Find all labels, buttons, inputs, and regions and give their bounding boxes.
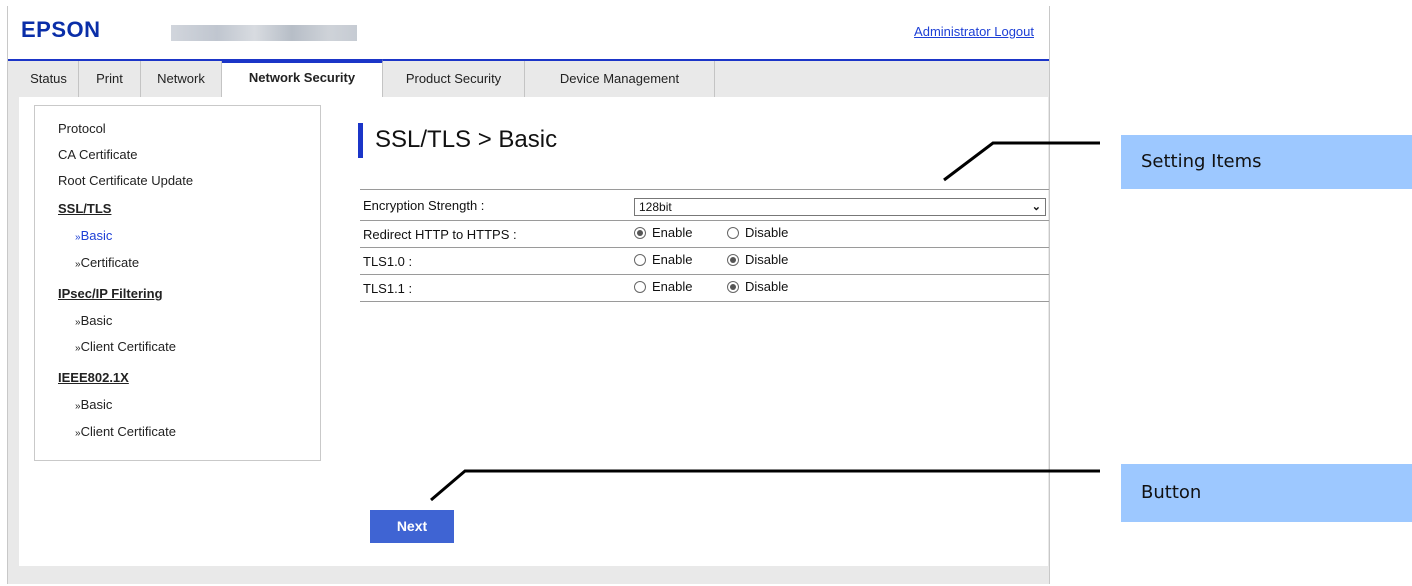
tab-bar: Status Print Network Network Security Pr… — [19, 59, 715, 97]
tab-network[interactable]: Network — [141, 61, 222, 97]
menu-item-ssl-basic[interactable]: »Basic — [75, 228, 112, 243]
tls11-label: TLS1.1 : — [363, 281, 413, 296]
menu-item-label: Basic — [80, 313, 113, 328]
menu-item-ipsec-basic[interactable]: »Basic — [75, 313, 112, 328]
page-title: SSL/TLS > Basic — [375, 126, 558, 153]
tab-status[interactable]: Status — [19, 61, 79, 97]
redirect-https-disable-radio[interactable]: Disable — [727, 225, 788, 240]
menu-item-label: Client Certificate — [80, 339, 176, 354]
radio-label: Enable — [652, 279, 693, 294]
menu-item-label: Basic — [80, 228, 113, 243]
side-menu: Protocol CA Certificate Root Certificate… — [34, 105, 321, 461]
tls11-disable-radio[interactable]: Disable — [727, 279, 788, 294]
administrator-logout-link[interactable]: Administrator Logout — [914, 24, 1034, 39]
title-accent-bar — [358, 123, 363, 158]
menu-item-ieee-basic[interactable]: »Basic — [75, 397, 112, 412]
radio-selected-icon — [727, 280, 739, 293]
epson-logo: EPSON — [21, 17, 101, 42]
encryption-strength-select[interactable]: 128bit ⌄ — [634, 198, 1046, 216]
redirect-https-enable-radio[interactable]: Enable — [634, 225, 692, 240]
radio-label: Enable — [652, 252, 693, 267]
radio-label: Disable — [745, 279, 789, 294]
radio-unselected-icon — [727, 226, 739, 239]
menu-item-root-certificate-update[interactable]: Root Certificate Update — [58, 173, 193, 188]
radio-label: Disable — [745, 252, 789, 267]
page: EPSON Administrator Logout Status Print … — [0, 0, 1412, 586]
footer-strip — [8, 566, 1049, 584]
next-button[interactable]: Next — [370, 510, 454, 543]
menu-item-label: Certificate — [80, 255, 140, 270]
radio-selected-icon — [634, 226, 646, 239]
radio-unselected-icon — [634, 253, 646, 266]
model-name-redacted — [171, 25, 357, 41]
tls11-row: TLS1.1 : Enable Disable — [360, 274, 1049, 302]
radio-label: Enable — [652, 225, 693, 240]
content-panel: Protocol CA Certificate Root Certificate… — [19, 97, 1049, 566]
tab-print[interactable]: Print — [79, 61, 141, 97]
tls10-disable-radio[interactable]: Disable — [727, 252, 788, 267]
redirect-https-row: Redirect HTTP to HTTPS : Enable Disable — [360, 220, 1049, 246]
menu-group-ssl-tls[interactable]: SSL/TLS — [58, 201, 111, 216]
button-callout: Button — [1121, 464, 1412, 522]
tls10-row: TLS1.0 : Enable Disable — [360, 247, 1049, 273]
tls11-enable-radio[interactable]: Enable — [634, 279, 692, 294]
menu-group-ipsec-ip-filtering[interactable]: IPsec/IP Filtering — [58, 286, 163, 301]
tls10-enable-radio[interactable]: Enable — [634, 252, 692, 267]
tab-network-security[interactable]: Network Security — [222, 59, 383, 97]
tls10-label: TLS1.0 : — [363, 254, 413, 269]
encryption-strength-row: Encryption Strength : 128bit ⌄ — [360, 189, 1049, 220]
tab-device-management[interactable]: Device Management — [525, 61, 715, 97]
radio-label: Disable — [745, 225, 789, 240]
encryption-strength-label: Encryption Strength : — [363, 198, 485, 213]
menu-item-ssl-certificate[interactable]: »Certificate — [75, 255, 139, 270]
chevron-down-icon: ⌄ — [1031, 201, 1041, 213]
menu-item-protocol[interactable]: Protocol — [58, 121, 106, 136]
radio-selected-icon — [727, 253, 739, 266]
menu-item-label: Client Certificate — [80, 424, 176, 439]
setting-items-callout: Setting Items — [1121, 135, 1412, 189]
radio-unselected-icon — [634, 280, 646, 293]
menu-item-ipsec-client-certificate[interactable]: »Client Certificate — [75, 339, 176, 354]
header-bar: EPSON Administrator Logout — [8, 6, 1049, 59]
menu-item-label: Basic — [80, 397, 113, 412]
menu-item-ieee-client-certificate[interactable]: »Client Certificate — [75, 424, 176, 439]
encryption-strength-value: 128bit — [639, 200, 672, 214]
browser-window: EPSON Administrator Logout Status Print … — [7, 6, 1050, 584]
redirect-https-label: Redirect HTTP to HTTPS : — [363, 227, 517, 242]
menu-item-ca-certificate[interactable]: CA Certificate — [58, 147, 137, 162]
tab-product-security[interactable]: Product Security — [383, 61, 525, 97]
menu-group-ieee8021x[interactable]: IEEE802.1X — [58, 370, 129, 385]
